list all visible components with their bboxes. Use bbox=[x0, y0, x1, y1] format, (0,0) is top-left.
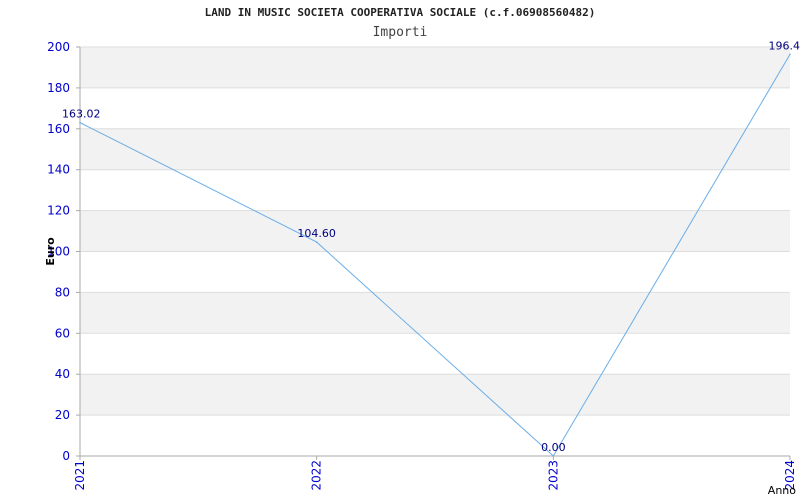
grid-bands bbox=[80, 47, 790, 416]
data-label: 104.60 bbox=[297, 227, 336, 240]
y-tick-label: 0 bbox=[62, 449, 70, 463]
y-axis-label: Euro bbox=[44, 237, 57, 266]
data-label: 0.00 bbox=[541, 441, 566, 454]
y-tick-label: 200 bbox=[47, 40, 70, 54]
data-point bbox=[789, 53, 791, 56]
x-axis-ticks: 2021 2022 2023 2024 bbox=[73, 456, 797, 491]
line-chart: 020406080100120140160180200 2021 2022 2023… bbox=[44, 39, 800, 497]
data-point bbox=[315, 241, 318, 243]
y-tick-label: 20 bbox=[55, 408, 70, 422]
x-axis-label: Anno bbox=[768, 484, 796, 497]
data-label: 196.4 bbox=[769, 39, 800, 52]
x-tick-label: 2021 bbox=[73, 460, 87, 491]
x-tick-label: 2022 bbox=[310, 460, 324, 491]
y-tick-label: 140 bbox=[47, 163, 70, 177]
data-label: 163.02 bbox=[62, 108, 101, 121]
x-tick-label: 2023 bbox=[546, 460, 560, 491]
y-tick-label: 60 bbox=[55, 326, 70, 340]
data-point bbox=[552, 455, 555, 457]
grid-band bbox=[80, 374, 790, 416]
grid-band bbox=[80, 128, 790, 170]
y-tick-label: 160 bbox=[47, 122, 70, 136]
y-tick-label: 80 bbox=[55, 285, 70, 299]
grid-band bbox=[80, 47, 790, 88]
y-tick-label: 40 bbox=[55, 367, 70, 381]
y-tick-label: 120 bbox=[47, 204, 70, 218]
grid-band bbox=[80, 210, 790, 252]
grid-band bbox=[80, 292, 790, 334]
data-point bbox=[79, 121, 81, 124]
y-tick-label: 180 bbox=[47, 81, 70, 95]
